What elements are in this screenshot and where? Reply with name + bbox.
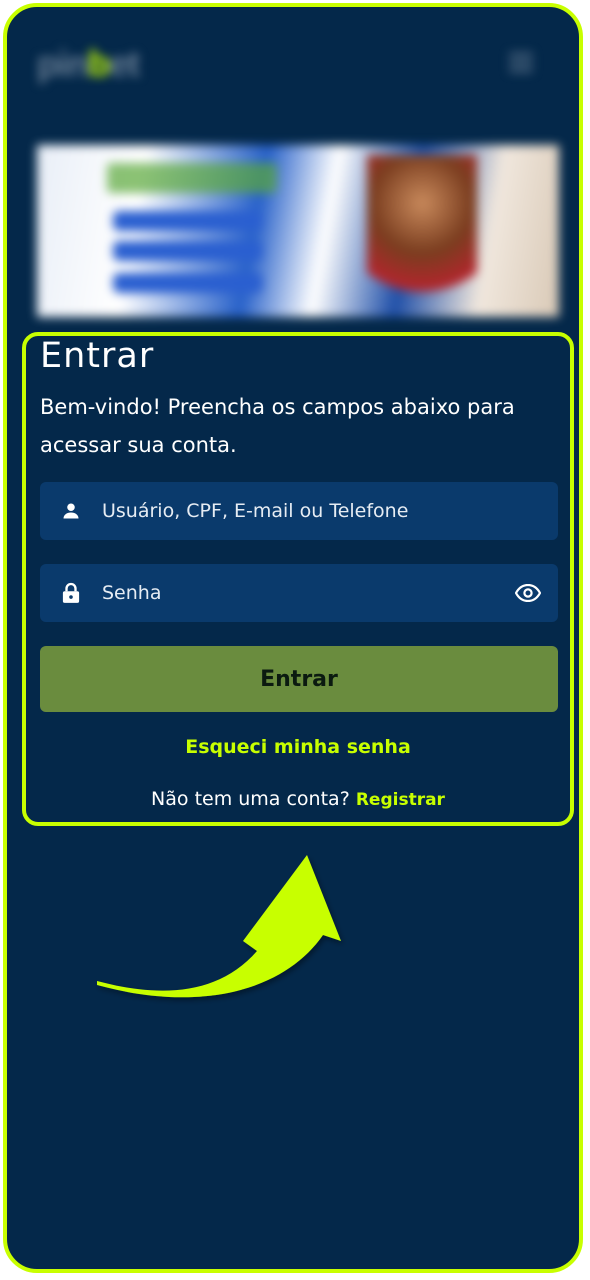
login-subtitle: Bem-vindo! Preencha os campos abaixo par… — [40, 395, 515, 457]
phone-frame: pinbet Entrar Bem-vindo! Preencha os cam… — [3, 3, 583, 1273]
lock-icon — [60, 582, 82, 604]
brand-logo: pinbet — [37, 43, 140, 84]
pointer-arrow-icon — [97, 855, 341, 998]
promo-banner[interactable] — [37, 145, 559, 317]
username-input[interactable] — [102, 500, 558, 522]
login-submit-button[interactable]: Entrar — [40, 646, 558, 712]
register-link[interactable]: Registrar — [356, 790, 445, 810]
password-field[interactable] — [40, 564, 558, 622]
login-card: Entrar Bem-vindo! Preencha os campos aba… — [22, 332, 574, 826]
show-password-eye-icon[interactable] — [514, 579, 542, 607]
forgot-password-link[interactable]: Esqueci minha senha — [26, 736, 570, 758]
hamburger-menu-icon[interactable] — [509, 53, 533, 73]
register-prompt: Não tem uma conta? Registrar — [26, 788, 570, 810]
password-input[interactable] — [102, 582, 514, 604]
username-field[interactable] — [40, 482, 558, 540]
blurred-header-area: pinbet — [7, 7, 579, 337]
login-title: Entrar — [40, 336, 155, 376]
user-icon — [60, 500, 82, 522]
no-account-text: Não tem uma conta? — [151, 788, 350, 810]
